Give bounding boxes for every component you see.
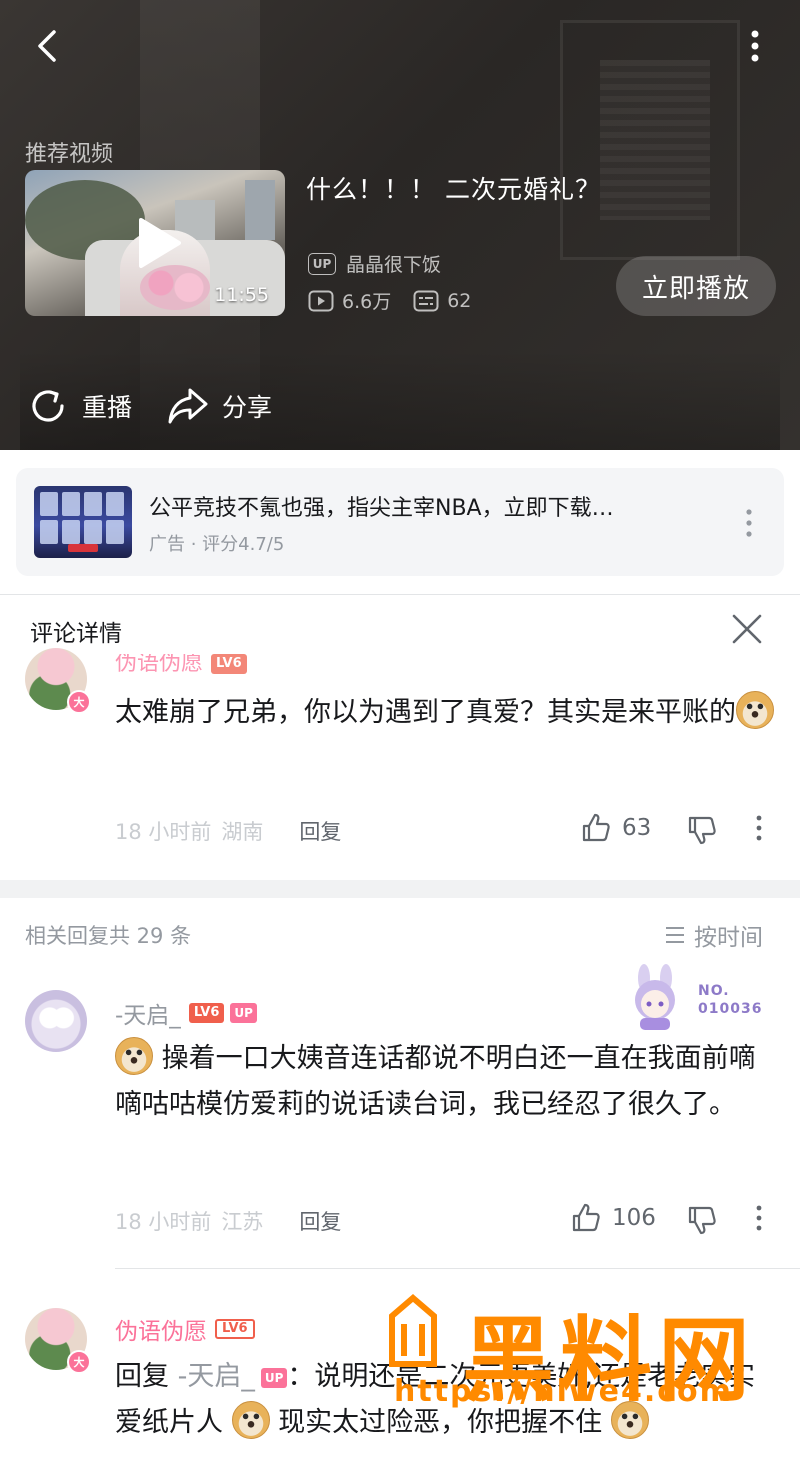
- thumbs-down-icon[interactable]: [686, 1204, 718, 1236]
- sort-label: 按时间: [694, 925, 763, 951]
- sort-button[interactable]: 按时间: [664, 918, 763, 952]
- fan-badge: NO. 010036: [622, 964, 762, 1032]
- share-button[interactable]: 分享: [166, 384, 272, 428]
- recommended-video-title[interactable]: 什么！！！ 二次元婚礼？: [306, 170, 601, 206]
- ad-more-icon[interactable]: [742, 506, 756, 540]
- reply-text: 操着一口大姨音连话都说不明白还一直在我面前嘀嘀咕咕模仿爱莉的说话读台词，我已经忍…: [115, 1036, 775, 1128]
- thumbs-down-icon[interactable]: [686, 814, 718, 846]
- comment-location: 湖南: [221, 820, 264, 844]
- reply-button[interactable]: 回复: [299, 816, 341, 846]
- level-badge: LV6: [188, 1003, 225, 1023]
- replies-count: 相关回复共 29 条: [25, 924, 192, 948]
- up-badge: UP: [308, 252, 336, 275]
- reply-author-name: -天启_: [115, 1003, 181, 1029]
- ad-subtitle: 广告 · 评分4.7/5: [149, 534, 285, 555]
- video-player-end-screen: 推荐视频 11:55 什么！！！ 二次元婚礼？ UP 晶晶很下饭 6.6万 62…: [0, 0, 800, 450]
- fan-no-label: NO.: [698, 983, 730, 999]
- recommend-label: 推荐视频: [25, 142, 114, 167]
- ad-image: [34, 486, 132, 558]
- divider: [115, 1268, 800, 1269]
- reply-author-row[interactable]: -天启_ LV6 UP: [115, 996, 257, 1030]
- vip-badge: 大: [67, 1350, 91, 1374]
- reply-target-name[interactable]: -天启_: [178, 1361, 255, 1392]
- more-vertical-icon[interactable]: [740, 26, 770, 66]
- ad-title: 公平竞技不氪也强，指尖主宰NBA，立即下载…: [149, 496, 614, 521]
- comment-detail-title: 评论详情: [30, 621, 122, 647]
- share-label: 分享: [222, 393, 273, 422]
- thumbs-up-icon: [572, 1203, 600, 1232]
- more-vertical-icon[interactable]: [754, 814, 764, 842]
- replay-button[interactable]: 重播: [26, 384, 132, 428]
- uploader-row[interactable]: UP 晶晶很下饭: [308, 250, 441, 277]
- recommended-video-thumbnail[interactable]: 11:55: [25, 170, 285, 316]
- comment-author-name[interactable]: 伪语伪愿 LV6: [115, 654, 247, 674]
- back-arrow-icon[interactable]: [28, 26, 68, 66]
- doge-emoji-icon: [115, 1037, 153, 1075]
- section-separator: [0, 880, 800, 898]
- avatar[interactable]: [25, 990, 87, 1052]
- avatar[interactable]: 大: [25, 1308, 91, 1374]
- uploader-name: 晶晶很下饭: [346, 254, 442, 276]
- reply-author-row[interactable]: 伪语伪愿 LV6: [115, 1312, 255, 1346]
- like-count: 106: [612, 1205, 656, 1231]
- views-count: 6.6万: [342, 291, 392, 313]
- reply-meta: 18 小时前 江苏 回复: [115, 1206, 341, 1236]
- up-badge: UP: [230, 1003, 257, 1023]
- ad-card[interactable]: 公平竞技不氪也强，指尖主宰NBA，立即下载… 广告 · 评分4.7/5: [16, 468, 784, 576]
- views-stat: 6.6万: [308, 287, 391, 314]
- anime-girl-icon: [635, 964, 675, 1030]
- up-badge: UP: [260, 1367, 288, 1388]
- background-floor-shade: [20, 350, 780, 450]
- sort-lines-icon: [666, 927, 684, 943]
- comment-time: 18 小时前: [115, 820, 212, 844]
- reply-time: 18 小时前: [115, 1210, 212, 1234]
- reply-author-name: 伪语伪愿: [115, 1319, 207, 1345]
- level-badge: LV6: [211, 654, 247, 674]
- like-count: 63: [622, 815, 652, 841]
- vip-badge: 大: [67, 690, 91, 714]
- play-count-icon: [308, 290, 334, 311]
- danmaku-stat: 62: [413, 290, 471, 312]
- fan-number: 010036: [698, 1001, 763, 1017]
- more-vertical-icon[interactable]: [754, 1204, 764, 1232]
- reply-location: 江苏: [221, 1210, 264, 1234]
- doge-emoji-icon: [736, 691, 774, 729]
- replay-icon: [32, 390, 64, 422]
- video-stats: 6.6万 62: [308, 287, 493, 314]
- video-duration: 11:55: [214, 284, 269, 306]
- reply-prefix: 回复: [115, 1361, 169, 1392]
- background-blinds: [600, 60, 710, 220]
- main-comment-text: 太难崩了兄弟，你以为遇到了真爱？其实是来平账的: [115, 690, 775, 736]
- reply-button[interactable]: 回复: [299, 1206, 341, 1236]
- comment-meta: 18 小时前 湖南 回复: [115, 816, 341, 846]
- play-icon: [139, 218, 181, 268]
- thumbs-up-icon: [582, 813, 610, 842]
- danmaku-icon: [413, 290, 439, 311]
- replay-label: 重播: [82, 393, 133, 422]
- level-badge: LV6: [215, 1319, 255, 1339]
- play-now-button[interactable]: 立即播放: [616, 256, 776, 316]
- divider: [0, 594, 800, 595]
- close-icon[interactable]: [730, 612, 764, 646]
- doge-emoji-icon: [231, 1401, 270, 1439]
- share-icon: [168, 388, 208, 424]
- like-button[interactable]: 63: [580, 812, 651, 844]
- like-button[interactable]: 106: [570, 1202, 656, 1234]
- avatar[interactable]: 大: [25, 648, 91, 714]
- danmaku-count: 62: [447, 289, 472, 312]
- doge-emoji-icon: [610, 1401, 649, 1439]
- reply-text: 回复 -天启_ UP ：说明还是二次元更美好,还是老老实实爱纸片人 现实太过险恶，你…: [115, 1361, 755, 1439]
